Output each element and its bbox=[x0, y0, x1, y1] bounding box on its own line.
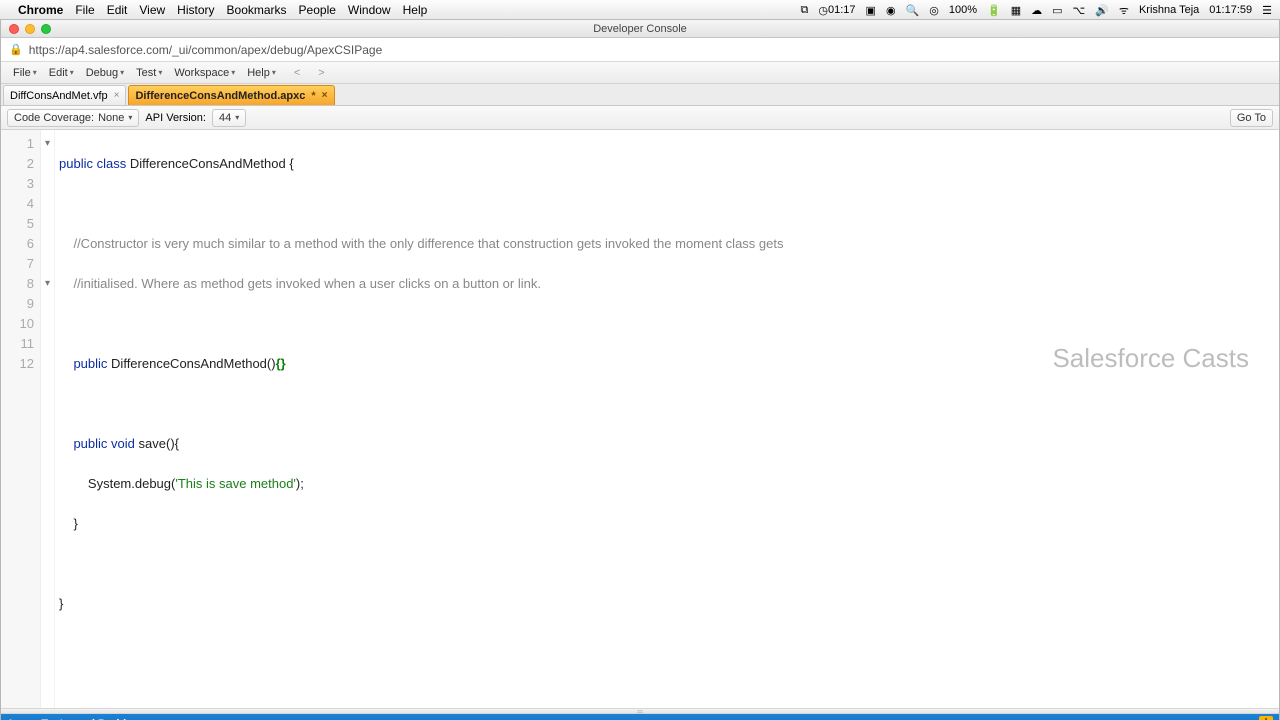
file-tabs: DiffConsAndMet.vfp × DifferenceConsAndMe… bbox=[1, 84, 1279, 106]
dc-menu-edit[interactable]: Edit▾ bbox=[43, 65, 80, 81]
code-content[interactable]: public class DifferenceConsAndMethod { /… bbox=[55, 130, 1279, 708]
bottom-panel-header[interactable]: Logs, Tests, and Problems ▾ ! bbox=[1, 714, 1279, 720]
window: Developer Console 🔒 File▾ Edit▾ Debug▾ T… bbox=[0, 20, 1280, 720]
code-editor[interactable]: 123 456 789 101112 ▾ ▾ public class Diff… bbox=[1, 130, 1279, 708]
mac-menu-help[interactable]: Help bbox=[403, 3, 428, 17]
file-tab-active[interactable]: DifferenceConsAndMethod.apxc * × bbox=[128, 85, 334, 105]
display-icon[interactable]: ▭ bbox=[1052, 4, 1062, 17]
close-tab-icon[interactable]: × bbox=[322, 90, 328, 101]
nav-prev-button[interactable]: < bbox=[288, 65, 306, 81]
mac-menubar: Chrome File Edit View History Bookmarks … bbox=[0, 0, 1280, 20]
mac-menu-file[interactable]: File bbox=[75, 3, 94, 17]
url-input[interactable] bbox=[29, 43, 1271, 57]
battery-icon[interactable]: 🔋 bbox=[987, 4, 1001, 17]
chevron-down-icon: ▾ bbox=[128, 113, 132, 122]
cloud-icon[interactable]: ☁ bbox=[1031, 4, 1042, 17]
dc-menu-workspace[interactable]: Workspace▾ bbox=[168, 65, 241, 81]
dirty-indicator: * bbox=[311, 90, 315, 102]
mac-menu-window[interactable]: Window bbox=[348, 3, 391, 17]
status-icon[interactable]: ◉ bbox=[886, 4, 896, 17]
chevron-down-icon: ▾ bbox=[33, 68, 37, 77]
wifi-icon[interactable]: ᯤ bbox=[1119, 3, 1129, 18]
dc-menu-debug[interactable]: Debug▾ bbox=[80, 65, 130, 81]
status-icon[interactable]: ⌥ bbox=[1073, 4, 1086, 17]
chevron-down-icon: ▾ bbox=[231, 68, 235, 77]
line-gutter: 123 456 789 101112 bbox=[1, 130, 41, 708]
mac-menu-bookmarks[interactable]: Bookmarks bbox=[227, 3, 287, 17]
status-icon[interactable]: ◎ bbox=[929, 4, 939, 17]
search-icon[interactable]: 🔍 bbox=[906, 4, 920, 17]
volume-icon[interactable]: 🔊 bbox=[1095, 4, 1109, 17]
api-version-label: API Version: bbox=[145, 112, 206, 124]
mac-menu-view[interactable]: View bbox=[139, 3, 165, 17]
chevron-down-icon: ▾ bbox=[70, 68, 74, 77]
tab-label: DiffConsAndMet.vfp bbox=[10, 90, 108, 102]
watermark: Salesforce Casts bbox=[1052, 348, 1249, 368]
goto-button[interactable]: Go To bbox=[1230, 109, 1273, 127]
mac-menu-history[interactable]: History bbox=[177, 3, 214, 17]
dc-menu-help[interactable]: Help▾ bbox=[241, 65, 282, 81]
dc-menu-file[interactable]: File▾ bbox=[7, 65, 43, 81]
status-icon[interactable]: ⧉ bbox=[801, 4, 809, 17]
titlebar: Developer Console bbox=[1, 20, 1279, 38]
app-name[interactable]: Chrome bbox=[18, 3, 63, 17]
mac-menu-people[interactable]: People bbox=[299, 3, 336, 17]
clock-time[interactable]: 01:17:59 bbox=[1209, 4, 1252, 16]
nav-next-button[interactable]: > bbox=[312, 65, 330, 81]
mac-status-right: ⧉ ◷ 01:17 ▣ ◉ 🔍 ◎ 100% 🔋 ▦ ☁ ▭ ⌥ 🔊 ᯤ Kri… bbox=[801, 0, 1272, 20]
menu-icon[interactable]: ☰ bbox=[1262, 4, 1272, 17]
fold-marker[interactable]: ▾ bbox=[41, 274, 54, 294]
chevron-down-icon: ▾ bbox=[158, 68, 162, 77]
chevron-down-icon: ▾ bbox=[235, 113, 239, 122]
fold-marker[interactable]: ▾ bbox=[41, 134, 54, 154]
url-bar: 🔒 bbox=[1, 38, 1279, 62]
chevron-down-icon: ▾ bbox=[120, 68, 124, 77]
editor-toolbar: Code Coverage: None ▾ API Version: 44 ▾ … bbox=[1, 106, 1279, 130]
lock-icon: 🔒 bbox=[9, 43, 23, 56]
file-tab[interactable]: DiffConsAndMet.vfp × bbox=[3, 85, 126, 105]
code-coverage-dropdown[interactable]: Code Coverage: None ▾ bbox=[7, 109, 139, 127]
api-version-dropdown[interactable]: 44 ▾ bbox=[212, 109, 246, 127]
fold-column: ▾ ▾ bbox=[41, 130, 55, 708]
clock-icon[interactable]: ◷ 01:17 bbox=[818, 4, 855, 17]
dc-menu-test[interactable]: Test▾ bbox=[130, 65, 168, 81]
window-title: Developer Console bbox=[1, 23, 1279, 35]
mac-menu-edit[interactable]: Edit bbox=[107, 3, 128, 17]
devconsole-menu: File▾ Edit▾ Debug▾ Test▾ Workspace▾ Help… bbox=[1, 62, 1279, 84]
status-icon[interactable]: ▣ bbox=[866, 4, 876, 17]
tab-label: DifferenceConsAndMethod.apxc bbox=[135, 90, 305, 102]
warning-badge-icon[interactable]: ! bbox=[1259, 716, 1273, 720]
close-tab-icon[interactable]: × bbox=[114, 90, 120, 101]
user-name[interactable]: Krishna Teja bbox=[1139, 4, 1199, 16]
status-icon[interactable]: ▦ bbox=[1011, 4, 1021, 17]
battery-status[interactable]: 100% bbox=[949, 4, 977, 16]
chevron-down-icon: ▾ bbox=[272, 68, 276, 77]
